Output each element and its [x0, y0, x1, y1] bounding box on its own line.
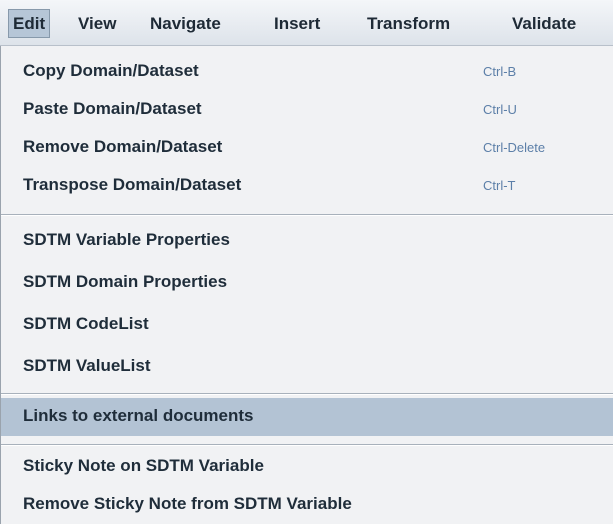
- menu-item-remove-domain-dataset[interactable]: Remove Domain/Dataset Ctrl-Delete: [1, 129, 613, 167]
- shortcut-hint: Ctrl-T: [483, 178, 516, 193]
- menu-separator: [1, 444, 613, 446]
- menu-view[interactable]: View: [78, 10, 116, 37]
- menu-item-label: Remove Domain/Dataset: [23, 137, 223, 156]
- menu-item-links-to-external-documents[interactable]: Links to external documents: [1, 398, 613, 436]
- menu-item-sdtm-domain-properties[interactable]: SDTM Domain Properties: [1, 264, 613, 302]
- edit-dropdown-menu: Copy Domain/Dataset Ctrl-B Paste Domain/…: [0, 46, 613, 524]
- menu-item-sdtm-variable-properties[interactable]: SDTM Variable Properties: [1, 222, 613, 260]
- menu-item-label: Paste Domain/Dataset: [23, 99, 202, 118]
- menu-item-remove-sticky-note[interactable]: Remove Sticky Note from SDTM Variable: [1, 486, 613, 524]
- menu-navigate[interactable]: Navigate: [150, 10, 221, 37]
- menu-item-label: Sticky Note on SDTM Variable: [23, 456, 264, 475]
- menu-separator: [1, 214, 613, 216]
- shortcut-hint: Ctrl-Delete: [483, 140, 546, 155]
- menu-item-paste-domain-dataset[interactable]: Paste Domain/Dataset Ctrl-U: [1, 91, 613, 129]
- menu-separator: [1, 393, 613, 395]
- menu-insert[interactable]: Insert: [274, 10, 320, 37]
- menu-validate[interactable]: Validate: [512, 10, 576, 37]
- menu-transform[interactable]: Transform: [367, 10, 450, 37]
- menu-edit[interactable]: Edit: [8, 9, 51, 38]
- menu-item-label: Remove Sticky Note from SDTM Variable: [23, 494, 352, 513]
- menu-item-label: SDTM Domain Properties: [23, 272, 228, 291]
- menu-item-copy-domain-dataset[interactable]: Copy Domain/Dataset Ctrl-B: [1, 53, 613, 91]
- menu-item-label: SDTM CodeList: [23, 314, 149, 333]
- shortcut-hint: Ctrl-U: [483, 102, 517, 117]
- menu-item-label: SDTM ValueList: [23, 356, 151, 375]
- menu-item-label: SDTM Variable Properties: [23, 230, 230, 249]
- menu-item-transpose-domain-dataset[interactable]: Transpose Domain/Dataset Ctrl-T: [1, 167, 613, 205]
- menu-item-label: Links to external documents: [23, 406, 254, 425]
- menu-bar: Edit View Navigate Insert Transform Vali…: [0, 0, 613, 46]
- menu-item-sdtm-valuelist[interactable]: SDTM ValueList: [1, 348, 613, 386]
- menu-item-sdtm-codelist[interactable]: SDTM CodeList: [1, 306, 613, 344]
- shortcut-hint: Ctrl-B: [483, 64, 517, 79]
- menu-item-sticky-note-on-sdtm-variable[interactable]: Sticky Note on SDTM Variable: [1, 448, 613, 486]
- menu-item-label: Transpose Domain/Dataset: [23, 175, 242, 194]
- menu-item-label: Copy Domain/Dataset: [23, 61, 199, 80]
